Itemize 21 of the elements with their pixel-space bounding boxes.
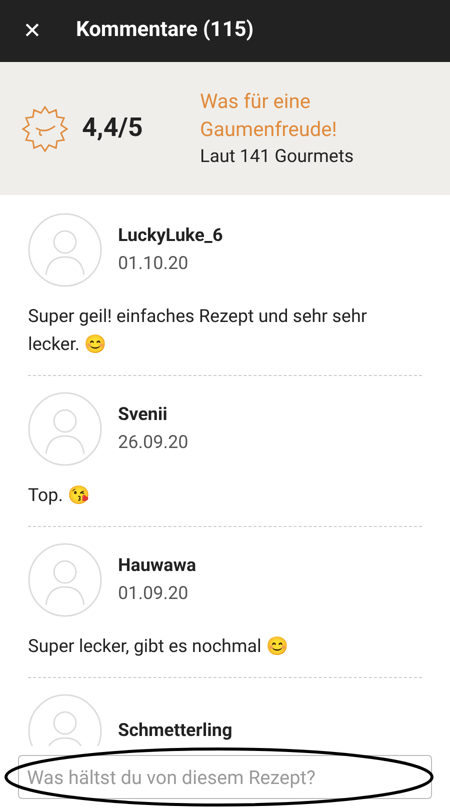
avatar-icon (28, 543, 102, 617)
close-button[interactable]: ✕ (20, 14, 44, 48)
rating-verdict: Was für eine Gaumenfreude! (200, 88, 338, 142)
avatar-icon (28, 392, 102, 466)
avatar-icon (28, 694, 102, 746)
page-title: Kommentare (115) (76, 17, 254, 44)
comment-date: 01.10.20 (118, 252, 190, 276)
comment-text: Top. 😘 (28, 484, 90, 508)
comment-text: Super geil! einfaches Rezept und sehr sehr lecker. 😊 (28, 305, 368, 357)
comment-date: 01.09.20 (118, 582, 190, 606)
avatar-icon (28, 213, 102, 287)
badge-icon (20, 104, 70, 154)
rating-score: 4,4/5 (82, 112, 144, 145)
comment-author: LuckyLuke_6 (118, 224, 223, 248)
comment-author: Schmetterling (118, 719, 232, 743)
rating-count: Laut 141 Gourmets (200, 144, 355, 168)
comment-input-field[interactable]: Was hältst du von diesem Rezept? (18, 755, 432, 799)
comment-date: 26.09.20 (118, 431, 188, 455)
comment-author: Hauwawa (118, 554, 196, 578)
comment-text: Super lecker, gibt es nochmal 😊 (28, 635, 289, 659)
comment-author: Svenii (118, 403, 168, 427)
